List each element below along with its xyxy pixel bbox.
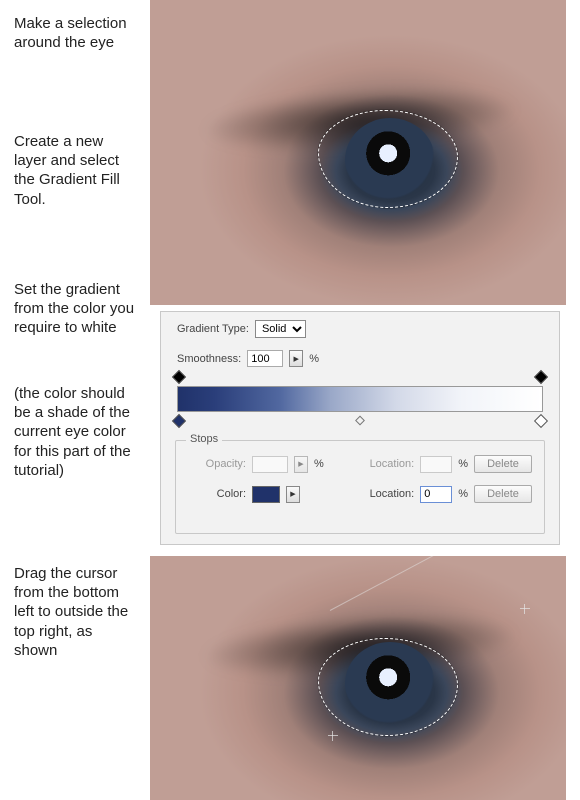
instruction-step-2: Create a new layer and select the Gradie… xyxy=(14,132,139,209)
percent-label: % xyxy=(458,458,468,470)
color-stepper[interactable]: ▶ xyxy=(286,486,300,503)
gradient-drag-line xyxy=(330,556,525,611)
color-stop-right[interactable] xyxy=(534,414,548,428)
play-icon: ▶ xyxy=(298,460,303,468)
opacity-label: Opacity: xyxy=(196,458,246,470)
gradient-preview[interactable] xyxy=(177,386,543,412)
opacity-location-input xyxy=(420,456,452,473)
midpoint-marker[interactable] xyxy=(355,416,365,426)
location-label: Location: xyxy=(370,458,415,470)
opacity-stepper: ▶ xyxy=(294,456,308,473)
play-icon: ▶ xyxy=(294,355,299,363)
opacity-input xyxy=(252,456,288,473)
eye-photo-drag xyxy=(150,556,566,800)
color-swatch[interactable] xyxy=(252,486,280,503)
stops-fieldset: Stops Opacity: ▶ % Location: % Delete Co… xyxy=(175,440,545,534)
smoothness-stepper[interactable]: ▶ xyxy=(289,350,303,367)
color-label: Color: xyxy=(196,488,246,500)
eye-photo-selection xyxy=(150,0,566,305)
gradient-type-label: Gradient Type: xyxy=(177,323,249,335)
gradient-editor-panel: Gradient Type: Solid Smoothness: ▶ % Sto… xyxy=(160,311,560,545)
color-location-input[interactable] xyxy=(420,486,452,503)
drag-end-crosshair-icon xyxy=(520,604,530,614)
delete-opacity-stop-button: Delete xyxy=(474,455,532,473)
stops-legend: Stops xyxy=(186,433,222,445)
gradient-type-select[interactable]: Solid xyxy=(255,320,306,338)
percent-label: % xyxy=(314,458,324,470)
color-stop-row: Color: ▶ Location: % Delete xyxy=(196,485,532,503)
drag-start-crosshair-icon xyxy=(328,731,338,741)
gradient-bar xyxy=(177,386,543,412)
instruction-step-1: Make a selection around the eye xyxy=(14,14,139,52)
color-stop-left[interactable] xyxy=(172,414,186,428)
instruction-step-3: Set the gradient from the color you requ… xyxy=(14,280,139,338)
percent-label: % xyxy=(309,353,319,365)
percent-label: % xyxy=(458,488,468,500)
instruction-step-4: Drag the cursor from the bottom left to … xyxy=(14,564,139,660)
opacity-stop-left[interactable] xyxy=(172,370,186,384)
smoothness-input[interactable] xyxy=(247,350,283,367)
smoothness-label: Smoothness: xyxy=(177,353,241,365)
delete-color-stop-button[interactable]: Delete xyxy=(474,485,532,503)
opacity-stop-row: Opacity: ▶ % Location: % Delete xyxy=(196,455,532,473)
instruction-step-3-note: (the color should be a shade of the curr… xyxy=(14,384,139,480)
marquee-selection xyxy=(318,110,458,208)
play-icon: ▶ xyxy=(290,490,295,498)
opacity-stop-right[interactable] xyxy=(534,370,548,384)
location-label: Location: xyxy=(370,488,415,500)
marquee-selection xyxy=(318,638,458,736)
